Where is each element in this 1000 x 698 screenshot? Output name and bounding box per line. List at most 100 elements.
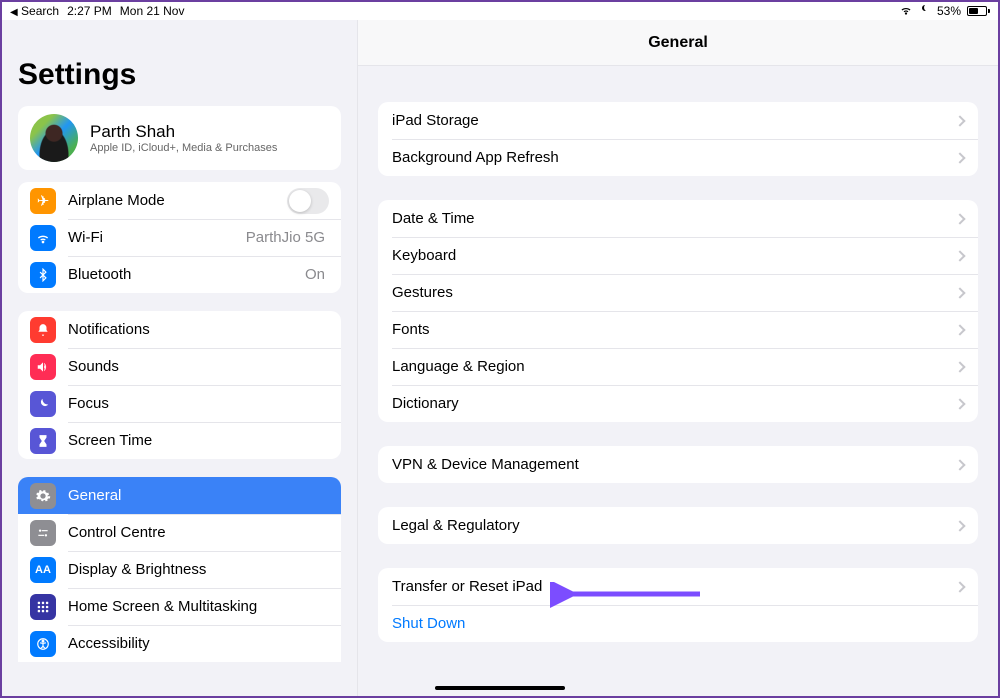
display-brightness-row[interactable]: AA Display & Brightness [18, 551, 341, 588]
wifi-label: Wi-Fi [68, 229, 246, 246]
display-label: Display & Brightness [68, 561, 329, 578]
control-centre-label: Control Centre [68, 524, 329, 541]
hourglass-icon [30, 428, 56, 454]
shut-down-row[interactable]: Shut Down [378, 605, 978, 642]
bluetooth-label: Bluetooth [68, 266, 305, 283]
focus-label: Focus [68, 395, 329, 412]
general-label: General [68, 487, 329, 504]
homescreen-label: Home Screen & Multitasking [68, 598, 329, 615]
moon-icon [30, 391, 56, 417]
chevron-right-icon [954, 115, 965, 126]
chevron-right-icon [954, 213, 965, 224]
airplane-icon: ✈ [30, 188, 56, 214]
chevron-right-icon [954, 581, 965, 592]
detail-title: General [648, 34, 708, 52]
weather-icon [919, 4, 931, 19]
gear-icon [30, 483, 56, 509]
dictionary-label: Dictionary [392, 395, 948, 412]
chevron-right-icon [954, 250, 965, 261]
gestures-label: Gestures [392, 284, 948, 301]
detail-pane: General iPad Storage Background App Refr… [357, 20, 998, 696]
chevron-right-icon [954, 520, 965, 531]
wifi-settings-icon [30, 225, 56, 251]
wifi-row[interactable]: Wi-Fi ParthJio 5G [18, 219, 341, 256]
legal-regulatory-row[interactable]: Legal & Regulatory [378, 507, 978, 544]
sounds-row[interactable]: Sounds [18, 348, 341, 385]
control-centre-row[interactable]: Control Centre [18, 514, 341, 551]
transfer-reset-label: Transfer or Reset iPad [392, 578, 948, 595]
storage-group: iPad Storage Background App Refresh [378, 102, 978, 176]
language-region-row[interactable]: Language & Region [378, 348, 978, 385]
focus-row[interactable]: Focus [18, 385, 341, 422]
accessibility-label: Accessibility [68, 635, 329, 652]
speaker-icon [30, 354, 56, 380]
notifications-row[interactable]: Notifications [18, 311, 341, 348]
accessibility-icon [30, 631, 56, 657]
general-row[interactable]: General [18, 477, 341, 514]
screentime-label: Screen Time [68, 432, 329, 449]
legal-label: Legal & Regulatory [392, 517, 948, 534]
airplane-mode-row[interactable]: ✈ Airplane Mode [18, 182, 341, 219]
fonts-row[interactable]: Fonts [378, 311, 978, 348]
device-group: General Control Centre AA Display & Brig… [18, 477, 341, 662]
fonts-label: Fonts [392, 321, 948, 338]
bluetooth-value: On [305, 266, 325, 283]
airplane-toggle[interactable] [287, 188, 329, 214]
sounds-label: Sounds [68, 358, 329, 375]
reset-group: Transfer or Reset iPad Shut Down [378, 568, 978, 642]
battery-percent: 53% [937, 4, 961, 18]
airplane-label: Airplane Mode [68, 192, 287, 209]
vpn-group: VPN & Device Management [378, 446, 978, 483]
profile-group: Parth Shah Apple ID, iCloud+, Media & Pu… [18, 106, 341, 170]
chevron-right-icon [954, 361, 965, 372]
gestures-row[interactable]: Gestures [378, 274, 978, 311]
bluetooth-icon [30, 262, 56, 288]
ipad-storage-label: iPad Storage [392, 112, 948, 129]
vpn-device-management-row[interactable]: VPN & Device Management [378, 446, 978, 483]
chevron-right-icon [954, 324, 965, 335]
bell-icon [30, 317, 56, 343]
chevron-right-icon [954, 152, 965, 163]
vpn-label: VPN & Device Management [392, 456, 948, 473]
shutdown-label: Shut Down [392, 615, 964, 632]
keyboard-row[interactable]: Keyboard [378, 237, 978, 274]
homescreen-row[interactable]: Home Screen & Multitasking [18, 588, 341, 625]
profile-name: Parth Shah [90, 122, 277, 142]
battery-icon [967, 6, 990, 16]
legal-group: Legal & Regulatory [378, 507, 978, 544]
language-region-label: Language & Region [392, 358, 948, 375]
bluetooth-row[interactable]: Bluetooth On [18, 256, 341, 293]
home-indicator[interactable] [435, 686, 565, 690]
dictionary-row[interactable]: Dictionary [378, 385, 978, 422]
date-time-label: Date & Time [392, 210, 948, 227]
sliders-icon [30, 520, 56, 546]
bg-app-refresh-row[interactable]: Background App Refresh [378, 139, 978, 176]
page-title: Settings [18, 58, 341, 92]
date-time-row[interactable]: Date & Time [378, 200, 978, 237]
bg-refresh-label: Background App Refresh [392, 149, 948, 166]
network-group: ✈ Airplane Mode Wi-Fi ParthJio 5G Blueto… [18, 182, 341, 293]
notifications-label: Notifications [68, 321, 329, 338]
chevron-right-icon [954, 287, 965, 298]
wifi-icon [899, 3, 913, 20]
chevron-right-icon [954, 459, 965, 470]
avatar [30, 114, 78, 162]
text-size-icon: AA [30, 557, 56, 583]
alerts-group: Notifications Sounds Focus Screen Time [18, 311, 341, 459]
transfer-reset-row[interactable]: Transfer or Reset iPad [378, 568, 978, 605]
grid-icon [30, 594, 56, 620]
back-to-app[interactable]: ◀ Search [10, 4, 59, 18]
profile-subtitle: Apple ID, iCloud+, Media & Purchases [90, 142, 277, 154]
status-date: Mon 21 Nov [120, 4, 185, 18]
input-locale-group: Date & Time Keyboard Gestures Fonts Lang… [378, 200, 978, 422]
status-bar: ◀ Search 2:27 PM Mon 21 Nov 53% [2, 2, 998, 20]
ipad-storage-row[interactable]: iPad Storage [378, 102, 978, 139]
apple-id-row[interactable]: Parth Shah Apple ID, iCloud+, Media & Pu… [18, 106, 341, 170]
screentime-row[interactable]: Screen Time [18, 422, 341, 459]
chevron-right-icon [954, 398, 965, 409]
status-time: 2:27 PM [67, 4, 112, 18]
detail-title-bar: General [358, 20, 998, 66]
keyboard-label: Keyboard [392, 247, 948, 264]
accessibility-row[interactable]: Accessibility [18, 625, 341, 662]
wifi-value: ParthJio 5G [246, 229, 325, 246]
